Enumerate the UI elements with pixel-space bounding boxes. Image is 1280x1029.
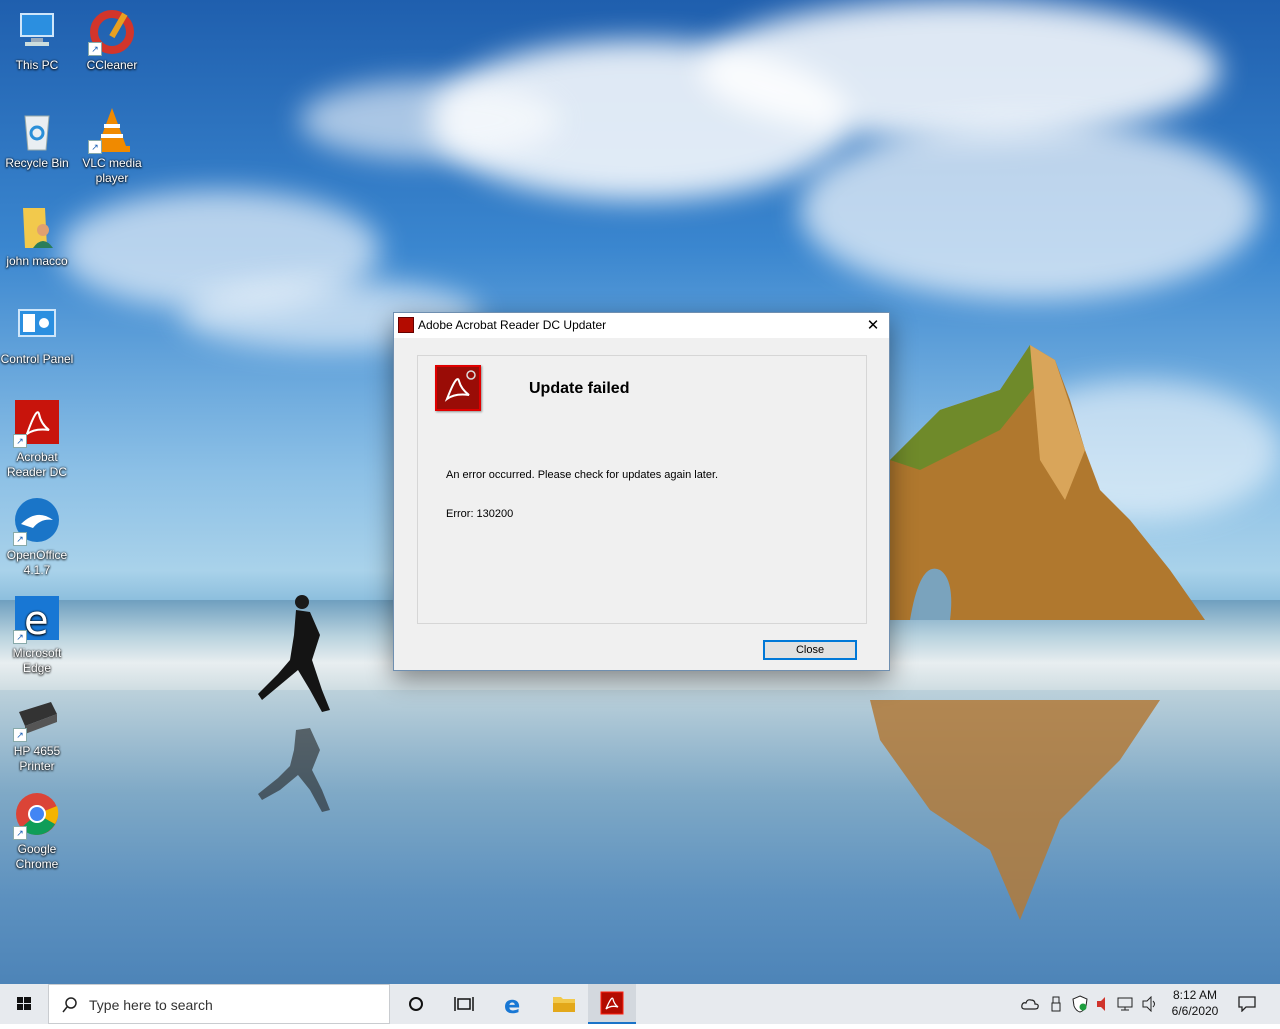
desktop-icon-label: john macco — [6, 254, 68, 268]
desktop-icon-label: This PC — [15, 58, 59, 72]
clock-time: 8:12 AM — [1172, 988, 1218, 1002]
desktop-icon-edge[interactable]: e ↗ Microsoft Edge — [0, 596, 74, 676]
updater-dialog: Adobe Acrobat Reader DC Updater ✕ Update… — [393, 312, 890, 671]
desktop-icon-printer[interactable]: ↗ HP 4655 Printer — [0, 694, 74, 774]
volume-icon[interactable] — [1140, 984, 1160, 1024]
control-panel-icon — [13, 302, 61, 350]
task-view-icon — [454, 997, 474, 1011]
desktop-icon-label: CCleaner — [86, 58, 138, 72]
desktop-icon-label: Microsoft Edge — [12, 646, 62, 675]
desktop-icon-label: HP 4655 Printer — [13, 744, 61, 773]
vlc-cone-icon: ↗ — [88, 106, 136, 154]
error-message: An error occurred. Please check for upda… — [446, 469, 719, 481]
desktop-icon-label: VLC media player — [82, 156, 142, 185]
desktop-icon-control-panel[interactable]: Control Panel — [0, 302, 74, 367]
acrobat-reader-icon: ↗ — [13, 400, 61, 448]
close-button[interactable]: Close — [763, 640, 857, 660]
taskbar-file-explorer[interactable] — [540, 984, 588, 1024]
edge-icon: e — [504, 992, 520, 1016]
error-code: Error: 130200 — [446, 508, 514, 520]
taskbar-edge[interactable]: e — [490, 984, 538, 1024]
search-placeholder: Type here to search — [89, 997, 213, 1013]
cortana-circle-icon — [409, 997, 423, 1011]
shortcut-arrow-icon: ↗ — [88, 42, 102, 56]
dialog-title: Adobe Acrobat Reader DC Updater — [418, 318, 607, 332]
desktop-icon-recycle-bin[interactable]: Recycle Bin — [0, 106, 74, 171]
printer-icon: ↗ — [13, 694, 61, 742]
computer-icon — [13, 8, 61, 56]
desktop-icon-acrobat[interactable]: ↗ Acrobat Reader DC — [0, 400, 74, 480]
dialog-content-panel: Update failed An error occurred. Please … — [417, 355, 867, 624]
acrobat-icon — [600, 991, 624, 1015]
search-icon — [62, 997, 77, 1013]
ccleaner-icon: ↗ — [88, 8, 136, 56]
windows-logo-icon — [17, 997, 31, 1010]
security-shield-icon[interactable] — [1070, 984, 1090, 1024]
desktop-icon-label: Acrobat Reader DC — [6, 450, 68, 479]
usb-icon[interactable] — [1046, 984, 1066, 1024]
desktop-icon-label: Control Panel — [0, 352, 74, 366]
runner-image — [258, 595, 330, 812]
shortcut-arrow-icon: ↗ — [13, 826, 27, 840]
taskbar-acrobat-updater[interactable] — [588, 984, 636, 1024]
clock-date: 6/6/2020 — [1171, 1004, 1219, 1018]
svg-text:e: e — [504, 992, 520, 1016]
shortcut-arrow-icon: ↗ — [13, 728, 27, 742]
cortana-button[interactable] — [392, 984, 440, 1024]
network-icon[interactable] — [1116, 984, 1136, 1024]
shortcut-arrow-icon: ↗ — [13, 630, 27, 644]
desktop-icon-this-pc[interactable]: This PC — [0, 8, 74, 73]
close-icon[interactable]: ✕ — [857, 313, 889, 338]
user-folder-icon — [13, 204, 61, 252]
shortcut-arrow-icon: ↗ — [88, 140, 102, 154]
speaker-alert-icon[interactable] — [1094, 984, 1114, 1024]
acrobat-update-icon — [435, 365, 481, 411]
taskbar-search-box[interactable]: Type here to search — [48, 984, 390, 1024]
shortcut-arrow-icon: ↗ — [13, 434, 27, 448]
desktop-icon-openoffice[interactable]: ↗ OpenOffice 4.1.7 — [0, 498, 74, 578]
task-view-button[interactable] — [440, 984, 488, 1024]
action-center-button[interactable] — [1230, 984, 1264, 1024]
start-button[interactable] — [0, 984, 48, 1024]
desktop-icon-ccleaner[interactable]: ↗ CCleaner — [75, 8, 149, 73]
notification-icon — [1238, 996, 1256, 1012]
shortcut-arrow-icon: ↗ — [13, 532, 27, 546]
folder-icon — [553, 997, 575, 1012]
desktop-icon-user-folder[interactable]: john macco — [0, 204, 74, 269]
onedrive-icon[interactable] — [1020, 984, 1040, 1024]
dialog-heading: Update failed — [529, 380, 630, 397]
edge-icon: e ↗ — [13, 596, 61, 644]
desktop-icon-label: Google Chrome — [15, 842, 59, 871]
taskbar: Type here to search e 8:12 AM 6/6/2020 — [0, 984, 1280, 1024]
rock-arch-image — [890, 345, 1205, 620]
taskbar-clock[interactable]: 8:12 AM 6/6/2020 — [1160, 987, 1230, 1019]
desktop-icon-label: Recycle Bin — [5, 156, 69, 170]
acrobat-app-icon — [398, 317, 414, 333]
openoffice-icon: ↗ — [13, 498, 61, 546]
svg-text:e: e — [24, 598, 49, 644]
dialog-titlebar[interactable]: Adobe Acrobat Reader DC Updater ✕ — [394, 313, 889, 338]
desktop-icon-vlc[interactable]: ↗ VLC media player — [75, 106, 149, 186]
desktop-icon-label: OpenOffice 4.1.7 — [6, 548, 68, 577]
chrome-icon: ↗ — [13, 792, 61, 840]
recycle-bin-icon — [13, 106, 61, 154]
rock-reflection-image — [870, 700, 1160, 920]
desktop-icon-chrome[interactable]: ↗ Google Chrome — [0, 792, 74, 872]
